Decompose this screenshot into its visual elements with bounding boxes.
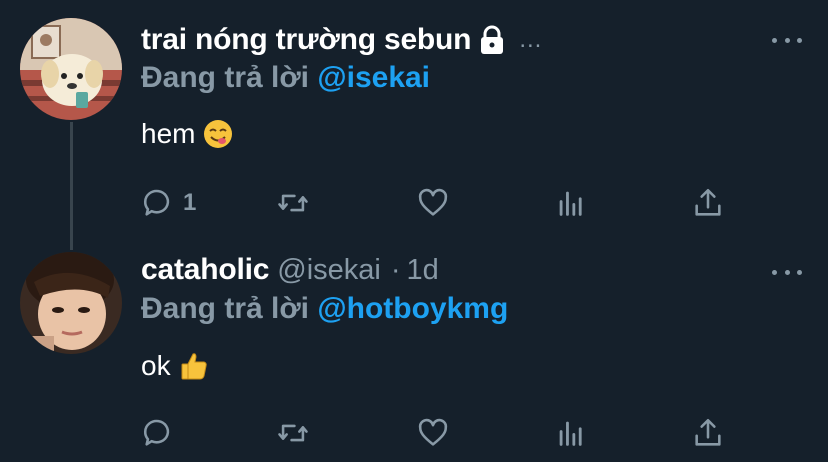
mention-link[interactable]: @isekai bbox=[317, 61, 430, 94]
share-button[interactable] bbox=[691, 183, 725, 223]
share-icon bbox=[695, 418, 721, 446]
retweet-button[interactable] bbox=[276, 413, 310, 453]
reply-button[interactable] bbox=[141, 413, 175, 453]
analytics-icon bbox=[559, 421, 582, 446]
display-name[interactable]: trai nóng trường sebun bbox=[141, 23, 472, 57]
tweet-header: trai nóng trường sebun ... bbox=[141, 20, 542, 60]
thumbs-up-emoji bbox=[179, 351, 209, 381]
username[interactable]: @isekai bbox=[277, 254, 381, 287]
avatar[interactable] bbox=[20, 252, 122, 354]
analytics-button[interactable] bbox=[554, 413, 588, 453]
mention-link[interactable]: @hotboykmg bbox=[317, 292, 508, 325]
analytics-icon bbox=[559, 191, 582, 216]
replying-prefix: Đang trả lời bbox=[141, 292, 318, 325]
yum-face-emoji bbox=[203, 119, 233, 149]
avatar[interactable] bbox=[20, 18, 122, 120]
reply-button[interactable]: 1 bbox=[141, 183, 196, 223]
share-icon bbox=[695, 188, 721, 216]
retweet-icon bbox=[278, 194, 308, 212]
lock-icon bbox=[479, 25, 505, 55]
more-icon[interactable] bbox=[772, 262, 802, 282]
tweet-actions bbox=[141, 413, 741, 453]
tweet-actions: 1 bbox=[141, 183, 741, 223]
timestamp[interactable]: 1d bbox=[407, 254, 439, 287]
retweet-button[interactable] bbox=[276, 183, 310, 223]
like-icon bbox=[418, 418, 448, 446]
display-name[interactable]: cataholic bbox=[141, 253, 269, 287]
tweet[interactable]: cataholic @isekai · 1d Đang trả lời @hot… bbox=[0, 240, 828, 462]
reply-icon bbox=[143, 189, 170, 216]
tweet-text-content: ok bbox=[141, 350, 171, 381]
tweet-text-content: hem bbox=[141, 118, 196, 149]
replying-prefix: Đang trả lời bbox=[141, 61, 318, 94]
like-icon bbox=[418, 188, 448, 216]
share-button[interactable] bbox=[691, 413, 725, 453]
truncation-ellipsis: ... bbox=[519, 26, 543, 53]
separator: · bbox=[390, 253, 401, 286]
replying-to: Đang trả lời @isekai bbox=[141, 61, 430, 95]
like-button[interactable] bbox=[416, 413, 450, 453]
analytics-button[interactable] bbox=[554, 183, 588, 223]
tweet[interactable]: trai nóng trường sebun ... Đang trả lời … bbox=[0, 0, 828, 240]
tweet-text: hem bbox=[141, 118, 233, 150]
replying-to: Đang trả lời @hotboykmg bbox=[141, 292, 508, 326]
like-button[interactable] bbox=[416, 183, 450, 223]
reply-icon bbox=[143, 419, 170, 446]
more-icon[interactable] bbox=[772, 30, 802, 50]
tweet-header: cataholic @isekai · 1d bbox=[141, 250, 439, 290]
tweet-text: ok bbox=[141, 350, 209, 382]
reply-count: 1 bbox=[183, 189, 197, 216]
retweet-icon bbox=[278, 424, 308, 442]
